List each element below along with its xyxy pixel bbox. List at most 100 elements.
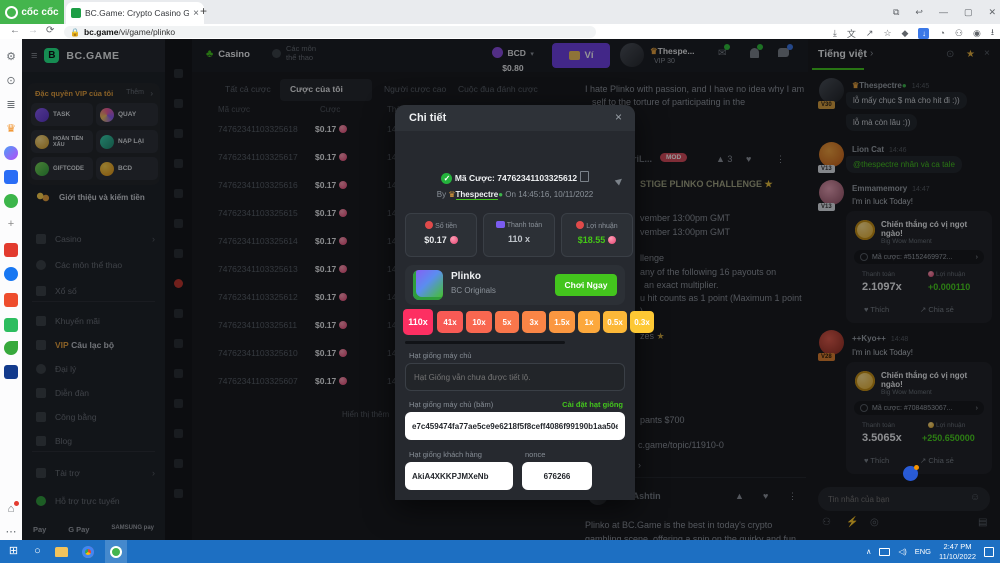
coins-icon bbox=[576, 221, 584, 229]
tab-favicon-icon bbox=[71, 8, 81, 18]
share-icon[interactable]: ↗ bbox=[866, 28, 874, 39]
chrome-icon[interactable] bbox=[80, 544, 95, 559]
crown-icon: ♛ bbox=[448, 190, 455, 199]
more-dots-icon[interactable]: ⋯ bbox=[4, 525, 18, 539]
modal-header: Chi tiết × bbox=[395, 105, 635, 131]
multiplier-chip[interactable]: 41x bbox=[437, 311, 463, 333]
tab-close-icon[interactable]: × bbox=[193, 8, 199, 19]
url-host: bc.game bbox=[84, 27, 119, 37]
turtle-icon: ● bbox=[498, 190, 503, 199]
store-icon[interactable] bbox=[4, 318, 18, 332]
back-icon[interactable]: ← bbox=[10, 25, 20, 36]
messenger-icon[interactable] bbox=[4, 146, 18, 160]
multiplier-chip[interactable]: 110x bbox=[403, 309, 433, 335]
notification-extension-icon[interactable]: ◔ bbox=[939, 28, 944, 38]
search-icon[interactable]: ○ bbox=[30, 544, 45, 559]
tv-icon[interactable] bbox=[4, 170, 18, 184]
add-plus-icon[interactable]: + bbox=[4, 217, 18, 231]
multiplier-chip[interactable]: 5x bbox=[495, 311, 519, 333]
pip-icon[interactable]: ⧉ bbox=[893, 7, 899, 18]
newsfeed-icon[interactable]: ≣ bbox=[4, 98, 18, 112]
bet-details-modal: Chi tiết × ► ✓ Mã Cược: 7476234110332561… bbox=[395, 105, 635, 500]
nonce-label: nonce bbox=[525, 450, 545, 459]
maximize-icon[interactable]: ▢ bbox=[964, 7, 973, 18]
lock-icon: 🔒 bbox=[70, 28, 80, 37]
idm-download-icon[interactable]: ↓ bbox=[918, 28, 929, 39]
keyboard-language[interactable]: ENG bbox=[915, 547, 931, 556]
multiplier-chip[interactable]: 0.5x bbox=[603, 311, 627, 333]
coccoc-logo[interactable]: cốc cốc bbox=[0, 0, 64, 24]
url-path: /vi/game/plinko bbox=[118, 27, 175, 37]
leaf-icon[interactable] bbox=[4, 341, 18, 355]
notification-bell-icon[interactable]: ⌂ bbox=[4, 502, 18, 516]
browser-tab-bar: cốc cốc BC.Game: Crypto Casino Gar × + ⧉… bbox=[0, 0, 1000, 24]
network-icon[interactable] bbox=[879, 548, 890, 556]
multiplier-chip[interactable]: 10x bbox=[466, 311, 492, 333]
game-provider[interactable]: BC Originals bbox=[451, 286, 496, 295]
client-seed-input[interactable] bbox=[405, 462, 513, 490]
game-card: Plinko BC Originals Chơi Ngay bbox=[405, 265, 625, 305]
file-explorer-icon[interactable] bbox=[55, 544, 70, 559]
server-seed-label: Hạt giống máy chủ bbox=[409, 351, 472, 360]
multiplier-chip[interactable]: 3x bbox=[522, 311, 546, 333]
facebook-icon[interactable] bbox=[4, 267, 18, 281]
cursor-indicator bbox=[903, 466, 918, 481]
plinko-thumbnail[interactable] bbox=[413, 270, 443, 300]
forward-icon[interactable]: → bbox=[28, 25, 38, 36]
shopee-icon[interactable] bbox=[4, 293, 18, 307]
translate-icon[interactable]: 文 bbox=[847, 27, 856, 40]
bet-author-line: By ♛Thespectre● On 14:45:16, 10/11/2022 bbox=[395, 190, 635, 199]
tray-expand-icon[interactable]: ∧ bbox=[866, 547, 872, 556]
multiplier-chip[interactable]: 1x bbox=[578, 311, 600, 333]
hashed-seed-input[interactable] bbox=[405, 412, 625, 440]
tab-title: BC.Game: Crypto Casino Gar bbox=[85, 8, 189, 18]
new-tab-button[interactable]: + bbox=[200, 4, 207, 18]
modal-title: Chi tiết bbox=[409, 112, 446, 124]
chips-scrollbar[interactable] bbox=[405, 341, 565, 344]
profiles-icon[interactable]: ⚇ bbox=[955, 28, 963, 39]
multiplier-chip[interactable]: 1.5x bbox=[549, 311, 575, 333]
bcd-coin-icon bbox=[450, 236, 458, 244]
verified-check-icon: ✓ bbox=[441, 173, 452, 184]
download-plus-icon[interactable]: ⤓ bbox=[833, 28, 837, 39]
clock[interactable]: 2:47 PM11/10/2022 bbox=[939, 542, 976, 561]
bet-id-line: ✓ Mã Cược: 74762341103325612 bbox=[395, 171, 635, 184]
server-seed-input[interactable] bbox=[405, 363, 625, 391]
client-seed-label: Hạt giống khách hàng bbox=[409, 450, 482, 459]
game-name: Plinko bbox=[451, 271, 481, 282]
vip-crown-icon[interactable]: ♛ bbox=[4, 122, 18, 136]
restore-tab-icon[interactable]: ↩ bbox=[915, 7, 923, 18]
adblock-shield-icon[interactable]: ◆ bbox=[902, 28, 909, 39]
close-icon[interactable]: ✕ bbox=[988, 7, 996, 18]
multiplier-chip[interactable]: 0.3x bbox=[630, 311, 654, 333]
author-link[interactable]: Thespectre bbox=[456, 190, 499, 200]
start-icon[interactable]: ⊞ bbox=[6, 544, 21, 559]
settings-gear-icon[interactable]: ⚙ bbox=[4, 50, 18, 64]
copy-icon[interactable] bbox=[580, 171, 589, 182]
money-bag-icon bbox=[425, 221, 433, 229]
history-clock-icon[interactable]: ⊙ bbox=[4, 74, 18, 88]
modal-close-icon[interactable]: × bbox=[615, 110, 622, 124]
coccoc-taskbar-icon[interactable] bbox=[105, 540, 127, 563]
nonce-input[interactable] bbox=[522, 462, 592, 490]
youtube-icon[interactable] bbox=[4, 243, 18, 257]
reload-icon[interactable]: ⟳ bbox=[46, 25, 54, 36]
games-gamepad-icon[interactable] bbox=[4, 194, 18, 208]
volume-icon[interactable]: ◁) bbox=[898, 547, 906, 556]
action-center-icon[interactable] bbox=[984, 547, 994, 557]
seed-settings-link[interactable]: Cài đặt hạt giống bbox=[562, 400, 623, 409]
browser-tab[interactable]: BC.Game: Crypto Casino Gar × bbox=[66, 2, 204, 24]
screen: cốc cốc BC.Game: Crypto Casino Gar × + ⧉… bbox=[0, 0, 1000, 563]
address-field[interactable]: 🔒 bc.game/vi/game/plinko bbox=[64, 26, 596, 38]
play-now-button[interactable]: Chơi Ngay bbox=[555, 274, 617, 296]
stat-amount: Số tiền $0.17 bbox=[405, 213, 477, 257]
stat-payout: Thanh toán 110 x bbox=[483, 213, 555, 257]
stat-profit: Lợi nhuận $18.55 bbox=[561, 213, 633, 257]
htv-icon[interactable] bbox=[4, 365, 18, 379]
windows-taskbar: ⊞ ○ ∧ ◁) ENG 2:47 PM11/10/2022 bbox=[0, 540, 1000, 563]
minimize-icon[interactable]: — bbox=[939, 7, 948, 17]
bet-id-value[interactable]: 74762341103325612 bbox=[497, 173, 577, 183]
bookmark-star-icon[interactable]: ☆ bbox=[883, 28, 891, 39]
account-icon[interactable]: ◉ bbox=[973, 28, 981, 39]
coccoc-icon bbox=[5, 6, 18, 19]
